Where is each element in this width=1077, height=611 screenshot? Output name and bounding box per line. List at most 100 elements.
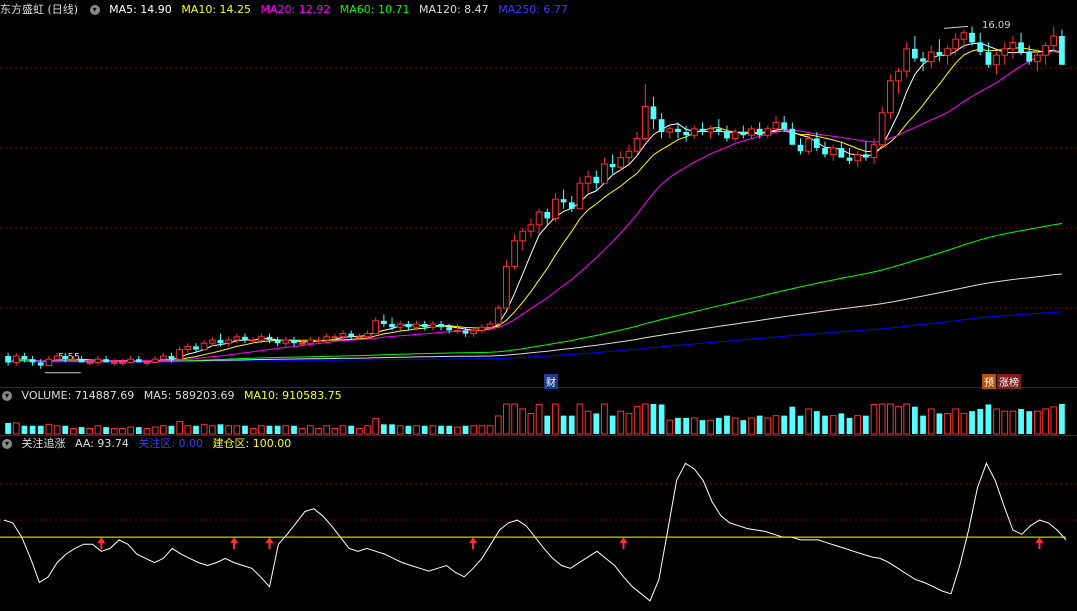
candle-body-down <box>936 52 943 56</box>
candle-body-up <box>690 128 698 136</box>
candle-body-down <box>1059 36 1065 65</box>
volume-bar-down <box>936 413 943 434</box>
volume-bar-down <box>544 415 551 434</box>
volume-bar-up <box>641 403 649 435</box>
candle-body-up <box>503 265 510 309</box>
candle-body-down <box>969 32 975 43</box>
candle-body-down <box>544 212 551 219</box>
volume-bar-down <box>969 411 975 434</box>
candle-body-up <box>887 80 894 114</box>
candle-body-up <box>666 128 674 133</box>
volume-bar-up <box>429 425 437 435</box>
volume-bar-down <box>985 404 992 434</box>
volume-bar-up <box>854 415 862 435</box>
volume-bar-down <box>683 417 689 434</box>
candle-body-up <box>527 224 535 232</box>
candle-body-up <box>110 361 118 364</box>
candle-body-up <box>829 147 837 155</box>
volume-bar-down <box>29 425 36 434</box>
volume-bar-up <box>772 415 780 435</box>
buy-arrow-icon <box>230 537 239 544</box>
volume-bar-down <box>912 406 918 434</box>
candle-body-down <box>560 199 567 203</box>
volume-bar-down <box>462 425 469 434</box>
candle-body-up <box>511 240 518 267</box>
buy-arrow-icon <box>97 537 106 544</box>
volume-bar-up <box>159 425 167 435</box>
volume-bar-up <box>576 403 584 435</box>
candle-body-down <box>912 48 918 59</box>
candle-body-up <box>1050 35 1058 47</box>
volume-bar-up <box>960 412 968 435</box>
candle-body-up <box>944 48 951 56</box>
volume-bar-up <box>764 417 772 435</box>
candle-body-down <box>103 359 109 363</box>
candle-body-down <box>568 202 575 209</box>
volume-bar-up <box>511 403 518 435</box>
candle-body-up <box>633 137 641 152</box>
volume-bar-up <box>396 425 404 435</box>
volume-bar-down <box>446 425 453 434</box>
candle-body-down <box>740 132 747 136</box>
buy-arrow-icon <box>265 537 274 544</box>
candle-body-down <box>683 132 689 136</box>
candle-body-down <box>29 359 36 363</box>
candle-body-down <box>699 128 706 132</box>
volume-bar-up <box>225 425 233 435</box>
candle-body-down <box>266 336 273 340</box>
candle-body-up <box>927 51 935 63</box>
volume-bar-up <box>331 428 339 435</box>
volume-bar-down <box>291 425 297 434</box>
candle-body-up <box>748 128 755 136</box>
volume-bar-down <box>756 415 763 434</box>
volume-bar-down <box>568 415 575 434</box>
volume-bar-up <box>1050 406 1058 435</box>
candle-body-up <box>225 339 233 344</box>
volume-bar-up <box>339 425 347 435</box>
volume-bar-up <box>617 410 625 435</box>
volume-bar-up <box>1009 410 1017 435</box>
candle-body-up <box>176 349 183 360</box>
volume-bar-up <box>233 425 241 435</box>
volume-bar-up <box>993 408 1000 435</box>
candle-body-down <box>813 138 820 148</box>
volume-bar-down <box>715 417 722 434</box>
candle-body-up <box>282 339 290 344</box>
candle-body-down <box>609 164 616 168</box>
candle-body-up <box>478 326 486 331</box>
volume-bar-down <box>977 408 984 434</box>
volume-bar-up <box>200 423 208 435</box>
buy-arrow-icon <box>469 537 478 544</box>
volume-bar-up <box>707 419 714 435</box>
candle-body-up <box>200 342 208 351</box>
volume-bar-up <box>298 428 306 435</box>
stock-chart[interactable] <box>0 0 1077 611</box>
candle-body-up <box>772 121 780 130</box>
ma5-line <box>7 42 1063 363</box>
volume-bar-up <box>584 410 592 435</box>
candle-body-up <box>159 355 167 360</box>
candle-body-down <box>1026 52 1033 62</box>
candle-body-up <box>184 345 192 351</box>
volume-bar-up <box>454 426 461 435</box>
candle-body-up <box>356 336 363 339</box>
candle-body-up <box>1034 54 1041 63</box>
volume-bar-down <box>274 425 281 434</box>
volume-bar-up <box>1042 408 1049 435</box>
candle-body-down <box>822 148 828 155</box>
candle-body-down <box>291 340 297 344</box>
candle-body-up <box>960 32 968 40</box>
volume-bar-up <box>356 428 363 435</box>
volume-bar-up <box>519 408 527 435</box>
candle-body-up <box>12 355 20 363</box>
volume-bar-down <box>21 425 28 434</box>
candle-body-up <box>1001 48 1009 56</box>
volume-bar-down <box>920 415 926 434</box>
volume-bar-up <box>184 425 192 435</box>
candle-body-up <box>143 361 151 364</box>
volume-bar-down <box>135 427 142 434</box>
volume-bar-up <box>625 412 633 435</box>
high-pointer <box>944 25 969 29</box>
volume-bar-up <box>53 425 61 435</box>
candle-body-down <box>756 128 763 136</box>
